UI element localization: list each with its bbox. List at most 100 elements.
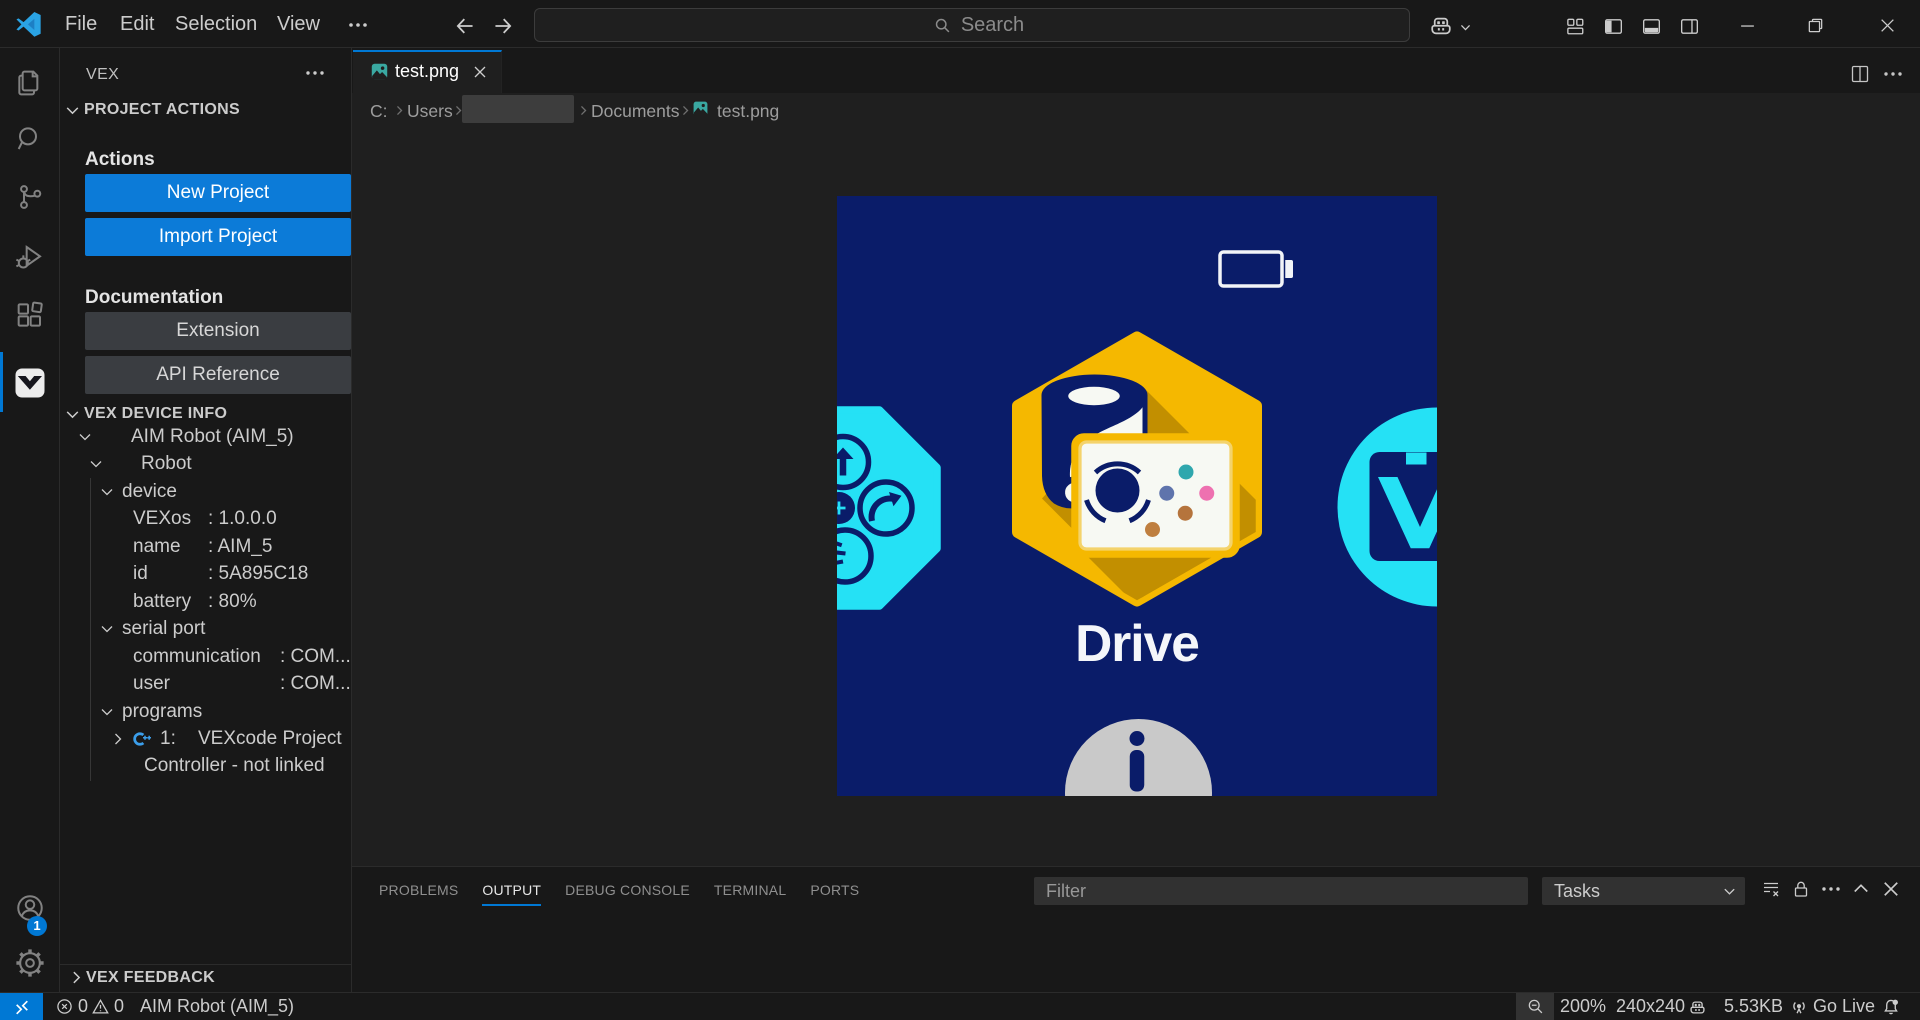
section-chevron-down-icon[interactable] [64, 102, 81, 119]
api-reference-button[interactable]: API Reference [85, 356, 351, 394]
copilot-chevron-down-icon[interactable] [1459, 21, 1472, 34]
tree-row-controller-not-linked[interactable]: Controller - not linked [0, 752, 351, 780]
restore-icon[interactable] [1807, 17, 1824, 34]
new-project-button[interactable]: New Project [85, 174, 351, 212]
settings-gear-icon[interactable] [14, 947, 46, 979]
clear-output-icon[interactable] [1761, 879, 1781, 899]
menu-file[interactable]: File [65, 12, 97, 36]
tab-close-icon[interactable] [472, 64, 488, 80]
menu-selection[interactable]: Selection [175, 12, 257, 36]
tree-row-aim-robot-aim-5-[interactable]: AIM Robot (AIM_5) [0, 423, 351, 451]
section-chevron-down-icon[interactable] [64, 406, 81, 423]
tree-row-device[interactable]: device [0, 478, 351, 506]
section-chevron-right-icon[interactable] [68, 969, 85, 986]
chevron-down-icon[interactable] [77, 429, 93, 445]
tree-row-vexos[interactable]: VEXos: 1.0.0.0 [0, 505, 351, 533]
remote-icon [16, 999, 28, 1016]
image-file-icon [692, 100, 709, 117]
bottom-panel: PROBLEMS OUTPUT DEBUG CONSOLE TERMINAL PORTS… [352, 866, 1920, 992]
split-editor-icon[interactable] [1850, 64, 1870, 84]
source-control-icon[interactable] [14, 181, 46, 213]
file-size-status[interactable]: 5.53KB [1724, 993, 1783, 1020]
notifications-bell-icon[interactable] [1882, 998, 1900, 1016]
panel-tab-output[interactable]: OUTPUT [482, 867, 541, 906]
device-status[interactable]: AIM Robot (AIM_5) [140, 993, 294, 1020]
tree-row-communication[interactable]: communication: COM... [0, 643, 351, 671]
extensions-icon[interactable] [14, 299, 46, 331]
tree-row-id[interactable]: id: 5A895C18 [0, 560, 351, 588]
chevron-down-icon[interactable] [99, 484, 115, 500]
chevron-down-icon[interactable] [88, 456, 104, 472]
search-input[interactable]: Search [534, 8, 1410, 42]
tree-row-programs[interactable]: programs [0, 698, 351, 726]
chevron-right-icon[interactable] [110, 731, 126, 747]
panel-tasks-select[interactable]: Tasks [1542, 877, 1745, 905]
maximize-panel-icon[interactable] [1851, 879, 1871, 899]
panel-tab-problems[interactable]: PROBLEMS [379, 867, 458, 906]
vscode-logo-icon [15, 11, 42, 38]
vex-extension-icon[interactable] [15, 368, 45, 398]
tab-test-png[interactable]: test.png [353, 50, 502, 93]
tree-row-serial-port[interactable]: serial port [0, 615, 351, 643]
tree-value: : 5A895C18 [208, 560, 308, 588]
feedback-separator [60, 964, 352, 965]
tree-label: Controller - not linked [144, 752, 325, 780]
section-project-actions[interactable]: PROJECT ACTIONS [84, 99, 240, 121]
copilot-icon[interactable] [1428, 13, 1454, 39]
tasks-selected-value: Tasks [1554, 881, 1600, 901]
explorer-icon[interactable] [14, 67, 46, 99]
chevron-down-icon[interactable] [99, 704, 115, 720]
close-panel-icon[interactable] [1881, 879, 1901, 899]
sidebar-more-actions-icon[interactable] [306, 70, 324, 76]
section-vex-feedback[interactable]: VEX FEEDBACK [86, 967, 215, 989]
search-sidebar-icon[interactable] [14, 123, 46, 155]
tree-row-battery[interactable]: battery: 80% [0, 588, 351, 616]
lock-icon[interactable] [1791, 879, 1811, 899]
tab-label: test.png [395, 61, 459, 82]
menu-view[interactable]: View [277, 12, 320, 36]
tree-value: : AIM_5 [208, 533, 272, 561]
breadcrumb-item[interactable]: test.png [717, 98, 779, 124]
extension-docs-button[interactable]: Extension [85, 312, 351, 350]
run-debug-icon[interactable] [14, 241, 46, 273]
import-project-button[interactable]: Import Project [85, 218, 351, 256]
zoom-level-status[interactable]: 200% [1560, 993, 1606, 1020]
minimize-icon[interactable] [1739, 17, 1756, 34]
menu-more-icon[interactable] [348, 22, 368, 28]
breadcrumb-item[interactable]: Users [407, 98, 453, 124]
tree-value: : 80% [208, 588, 257, 616]
tree-row-name[interactable]: name: AIM_5 [0, 533, 351, 561]
panel-tab-ports[interactable]: PORTS [810, 867, 859, 906]
remote-indicator[interactable] [0, 993, 43, 1020]
back-arrow-icon[interactable] [454, 15, 476, 37]
close-window-icon[interactable] [1879, 17, 1896, 34]
tree-row-robot[interactable]: Robot [0, 450, 351, 478]
breadcrumb-item[interactable]: Documents [591, 98, 680, 124]
panel-more-actions-icon[interactable] [1822, 886, 1840, 892]
panel-tab-debug-console[interactable]: DEBUG CONSOLE [565, 867, 690, 906]
go-live-status[interactable]: Go Live [1813, 993, 1875, 1020]
customize-layout-icon[interactable] [1565, 16, 1586, 37]
menu-edit[interactable]: Edit [120, 12, 154, 36]
toggle-secondary-sidebar-icon[interactable] [1679, 16, 1700, 37]
forward-arrow-icon[interactable] [492, 15, 514, 37]
section-device-info[interactable]: VEX DEVICE INFO [84, 403, 227, 425]
tree-row-user[interactable]: user: COM... [0, 670, 351, 698]
breadcrumb-item[interactable]: C: [370, 98, 388, 124]
tree-value: : COM... [280, 643, 351, 671]
breadcrumb-redacted-user[interactable] [462, 95, 574, 123]
copilot-status-icon[interactable] [1688, 998, 1707, 1017]
image-dimensions-status[interactable]: 240x240 [1616, 993, 1685, 1020]
program-slot: 1: [160, 725, 176, 753]
tree-row-vexcode-project[interactable]: 1:VEXcode Project [0, 725, 351, 753]
toggle-panel-icon[interactable] [1641, 16, 1662, 37]
zoom-button-box[interactable] [1516, 993, 1554, 1020]
chevron-down-icon[interactable] [99, 621, 115, 637]
toggle-primary-sidebar-icon[interactable] [1603, 16, 1624, 37]
go-live-icon [1790, 998, 1808, 1016]
panel-tab-terminal[interactable]: TERMINAL [714, 867, 786, 906]
cpp-file-icon [131, 729, 151, 749]
tree-key: user [133, 670, 170, 698]
editor-more-actions-icon[interactable] [1884, 71, 1902, 77]
panel-filter-input[interactable] [1034, 877, 1528, 905]
